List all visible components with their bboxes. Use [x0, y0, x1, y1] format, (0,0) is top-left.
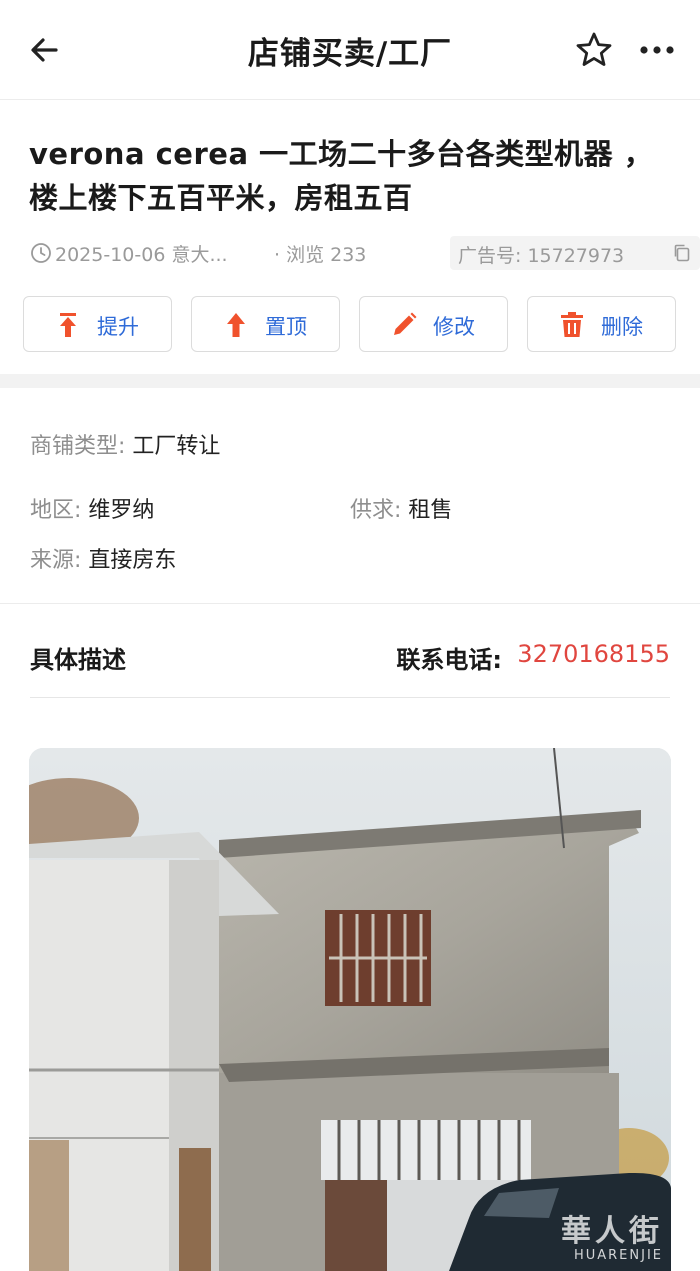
more-options-button[interactable] [634, 29, 680, 71]
pin-top-label: 置顶 [265, 315, 307, 339]
post-date-location: 2025-10-06 意大... [55, 244, 228, 266]
boost-label: 提升 [97, 315, 139, 339]
delete-label: 删除 [601, 315, 643, 339]
shop-type-label: 商铺类型: [30, 434, 126, 459]
listing-title: verona cerea 一工场二十多台各类型机器 ，楼上楼下五百平米，房租五百 [29, 137, 654, 215]
pin-top-arrow-icon [227, 313, 245, 337]
view-count: · 浏览 233 [274, 244, 367, 266]
watermark-cn: 華人街 [561, 1214, 663, 1249]
pin-top-button[interactable]: 置顶 [191, 296, 340, 352]
trash-icon [561, 312, 583, 337]
delete-button[interactable]: 删除 [527, 296, 676, 352]
watermark: 華人街 HUARENJIE [561, 1214, 663, 1264]
shop-type-row: 商铺类型: 工厂转让 [30, 428, 220, 460]
description-header: 具体描述 联系电话: 3270168155 [30, 640, 670, 680]
supply-label: 供求: [350, 498, 402, 523]
supply-row: 供求: 租售 [350, 492, 452, 524]
copy-icon[interactable] [672, 243, 692, 263]
clock-icon [31, 243, 51, 263]
more-dots-icon [640, 46, 674, 54]
listing-photo[interactable]: 華人街 HUARENJIE [29, 748, 671, 1271]
action-buttons: 提升 置顶 修改 删除 [23, 296, 677, 352]
source-label: 来源: [30, 548, 82, 573]
top-nav-bar: 店铺买卖/工厂 [0, 0, 700, 100]
favorite-button[interactable] [573, 29, 615, 71]
description-divider [30, 697, 670, 698]
ad-number: 广告号: 15727973 [458, 245, 625, 267]
factory-building-image [29, 748, 671, 1271]
shop-type-value: 工厂转让 [132, 434, 221, 459]
source-row: 来源: 直接房东 [30, 542, 176, 574]
region-value: 维罗纳 [88, 498, 155, 523]
region-row: 地区: 维罗纳 [30, 492, 154, 524]
edit-button[interactable]: 修改 [359, 296, 508, 352]
boost-arrow-icon [60, 313, 76, 337]
boost-button[interactable]: 提升 [23, 296, 172, 352]
phone-number-link[interactable]: 3270168155 [517, 640, 670, 668]
description-heading: 具体描述 [30, 646, 126, 674]
region-label: 地区: [30, 498, 82, 523]
listing-details: 商铺类型: 工厂转让 地区: 维罗纳 供求: 租售 来源: 直接房东 [30, 388, 670, 603]
divider [0, 603, 700, 604]
section-separator [0, 374, 700, 388]
pencil-icon [394, 312, 417, 335]
watermark-en: HUARENJIE [573, 1248, 663, 1263]
supply-value: 租售 [408, 498, 453, 523]
listing-meta: 2025-10-06 意大... · 浏览 233 广告号: 15727973 [30, 236, 700, 270]
source-value: 直接房东 [88, 548, 177, 573]
star-outline-icon [576, 32, 612, 66]
edit-label: 修改 [433, 315, 475, 339]
ad-number-badge[interactable]: 广告号: 15727973 [450, 236, 700, 270]
phone-label: 联系电话: [396, 646, 502, 674]
